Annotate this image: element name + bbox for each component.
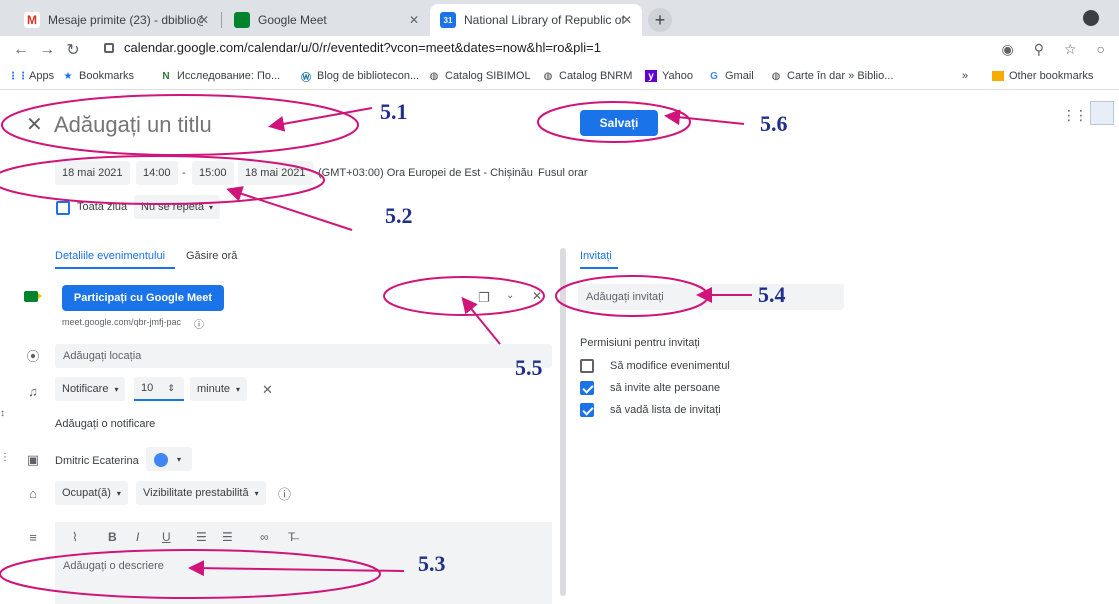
annotation-ellipse-guests bbox=[555, 275, 709, 317]
annotation-ellipse-meet-actions bbox=[383, 276, 545, 316]
annotation-ellipse-save bbox=[537, 101, 691, 143]
annotation-arrow-description bbox=[188, 560, 405, 577]
annotation-arrow-save bbox=[664, 109, 745, 126]
annotation-label-5-1: 5.1 bbox=[380, 99, 408, 124]
annotation-arrow-datetime bbox=[226, 186, 353, 231]
annotation-label-5-2: 5.2 bbox=[385, 203, 413, 228]
annotation-ellipse-datetime bbox=[0, 155, 325, 205]
annotation-label-5-6: 5.6 bbox=[760, 111, 788, 136]
annotation-label-5-4: 5.4 bbox=[758, 282, 786, 307]
annotation-overlay bbox=[0, 94, 752, 599]
annotation-ellipse-title bbox=[1, 94, 359, 156]
annotation-label-5-3: 5.3 bbox=[418, 551, 446, 576]
annotation-label-5-5: 5.5 bbox=[515, 355, 543, 380]
annotation-arrow-meet bbox=[461, 296, 501, 345]
annotation-ellipse-description bbox=[0, 549, 381, 599]
